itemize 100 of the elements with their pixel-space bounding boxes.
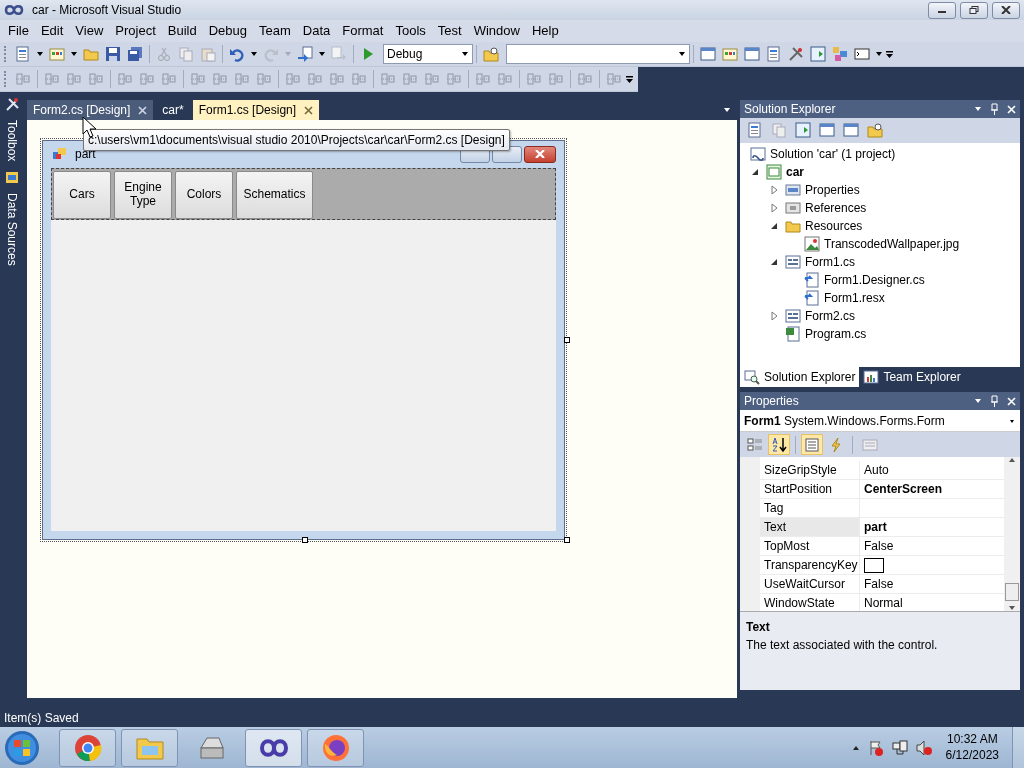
start-icon[interactable] (4, 729, 40, 766)
tree-item[interactable]: TranscodedWallpaper.jpg (740, 234, 1020, 253)
form-button[interactable]: Colors (175, 171, 233, 219)
side-tab[interactable]: Data Sources (3, 193, 21, 267)
undo-icon[interactable] (229, 46, 245, 62)
document-tab[interactable]: Form1.cs [Design] (192, 100, 320, 120)
menu-item[interactable]: Debug (202, 20, 253, 42)
document-tab[interactable]: car* (156, 100, 190, 120)
tree-item[interactable]: Properties (740, 180, 1020, 199)
object-selector[interactable]: Form1 System.Windows.Forms.Form (740, 410, 1020, 432)
scrollbar-thumb[interactable] (1005, 583, 1019, 601)
menu-item[interactable]: Team (253, 20, 297, 42)
toolbox-icon[interactable] (788, 46, 804, 62)
network-icon[interactable] (891, 739, 908, 756)
close-icon[interactable] (304, 105, 314, 115)
start-page-icon[interactable] (810, 46, 826, 62)
view-code-icon[interactable] (819, 122, 835, 139)
dropdown-arrow-icon[interactable] (70, 51, 78, 57)
dropdown-arrow-icon[interactable] (875, 51, 883, 57)
minimize-button[interactable] (928, 1, 956, 19)
categorized-icon[interactable] (747, 436, 763, 453)
flag-icon[interactable] (867, 739, 884, 756)
toolbox-icon[interactable] (4, 96, 20, 112)
property-name[interactable]: TopMost (760, 537, 860, 555)
form-button[interactable]: Schematics (236, 171, 313, 219)
resize-handle[interactable] (302, 537, 308, 543)
form-button[interactable]: Engine Type (114, 171, 172, 219)
scrollbar[interactable] (1004, 457, 1020, 611)
tree-item[interactable]: Form1.Designer.cs (740, 270, 1020, 289)
show-hidden-icons-icon[interactable] (851, 744, 860, 751)
property-value[interactable]: False (864, 537, 894, 555)
events-icon[interactable] (828, 436, 844, 453)
refresh-icon[interactable] (795, 122, 811, 139)
form-button[interactable]: Cars (53, 171, 111, 219)
dropdown-arrow-icon[interactable] (318, 51, 326, 57)
property-name[interactable]: SizeGripStyle (760, 461, 860, 479)
add-item-icon[interactable] (49, 46, 65, 62)
property-value[interactable]: part (864, 518, 887, 536)
dropdown-arrow-icon[interactable] (723, 107, 731, 113)
show-desktop-button[interactable] (1012, 727, 1024, 768)
navigate-backward-icon[interactable] (297, 46, 313, 62)
color-swatch[interactable] (864, 557, 884, 573)
menu-item[interactable]: Build (161, 20, 203, 42)
panel-tab[interactable]: Solution Explorer (740, 367, 860, 387)
dropdown-arrow-icon[interactable] (36, 51, 44, 57)
overflow-icon[interactable] (885, 49, 894, 59)
menu-item[interactable]: Edit (34, 20, 70, 42)
object-browser-icon[interactable] (766, 46, 782, 62)
show-all-files-icon[interactable] (747, 122, 763, 139)
menu-item[interactable]: Test (431, 20, 468, 42)
pin-icon[interactable] (990, 103, 999, 115)
menu-item[interactable]: File (2, 20, 35, 42)
close-button[interactable] (992, 1, 1020, 19)
property-name[interactable]: Text (760, 518, 860, 536)
property-value[interactable]: Normal (864, 594, 903, 612)
menu-item[interactable]: Format (336, 20, 390, 42)
explorer-window-icon[interactable] (744, 46, 760, 62)
property-name[interactable]: TransparencyKey (760, 556, 860, 574)
sort-alphabetical-icon[interactable] (771, 436, 787, 453)
taskbar-button[interactable] (245, 728, 302, 767)
save-all-icon[interactable] (127, 46, 143, 62)
menu-item[interactable]: Window (467, 20, 526, 42)
speaker-muted-icon[interactable] (915, 739, 932, 756)
tree-item[interactable]: Form2.cs (740, 306, 1020, 325)
database-icon[interactable] (4, 169, 20, 186)
panel-tab[interactable]: Team Explorer (859, 367, 965, 387)
search-combo[interactable] (506, 44, 690, 64)
property-value[interactable]: CenterScreen (864, 480, 943, 498)
dropdown-arrow-icon[interactable] (974, 106, 982, 112)
property-value[interactable]: Auto (864, 461, 889, 479)
taskbar-button[interactable] (307, 728, 364, 767)
resize-handle[interactable] (564, 537, 570, 543)
find-in-files-icon[interactable] (483, 46, 499, 62)
view-designer-icon[interactable] (843, 122, 859, 139)
save-icon[interactable] (105, 46, 121, 62)
property-name[interactable]: Tag (760, 499, 860, 517)
menu-item[interactable]: Help (525, 20, 565, 42)
pin-icon[interactable] (990, 395, 999, 407)
tree-item[interactable]: Form1.resx (740, 288, 1020, 307)
property-name[interactable]: StartPosition (760, 480, 860, 498)
configuration-dropdown[interactable]: Debug (383, 44, 473, 64)
property-value[interactable]: False (864, 575, 894, 593)
window-search-icon[interactable] (700, 46, 716, 62)
restore-button[interactable] (960, 1, 988, 19)
blocks-icon[interactable] (832, 46, 848, 62)
tree-item[interactable]: References (740, 198, 1020, 217)
command-window-icon[interactable] (854, 46, 870, 62)
properties-window-icon[interactable] (722, 46, 738, 62)
close-button[interactable] (524, 145, 556, 163)
tree-item[interactable]: Form1.cs (740, 252, 1020, 271)
tree-item[interactable]: Resources (740, 216, 1020, 235)
dropdown-arrow-icon[interactable] (250, 51, 258, 57)
dropdown-arrow-icon[interactable] (974, 398, 982, 404)
document-tab[interactable]: Form2.cs [Design] (27, 100, 154, 120)
tree-item[interactable]: Solution 'car' (1 project) (740, 144, 1020, 163)
menu-item[interactable]: Data (296, 20, 337, 42)
menu-item[interactable]: Tools (389, 20, 432, 42)
resize-handle[interactable] (564, 337, 570, 343)
properties-list-icon[interactable] (804, 436, 820, 453)
tree-item[interactable]: Program.cs (740, 324, 1020, 343)
